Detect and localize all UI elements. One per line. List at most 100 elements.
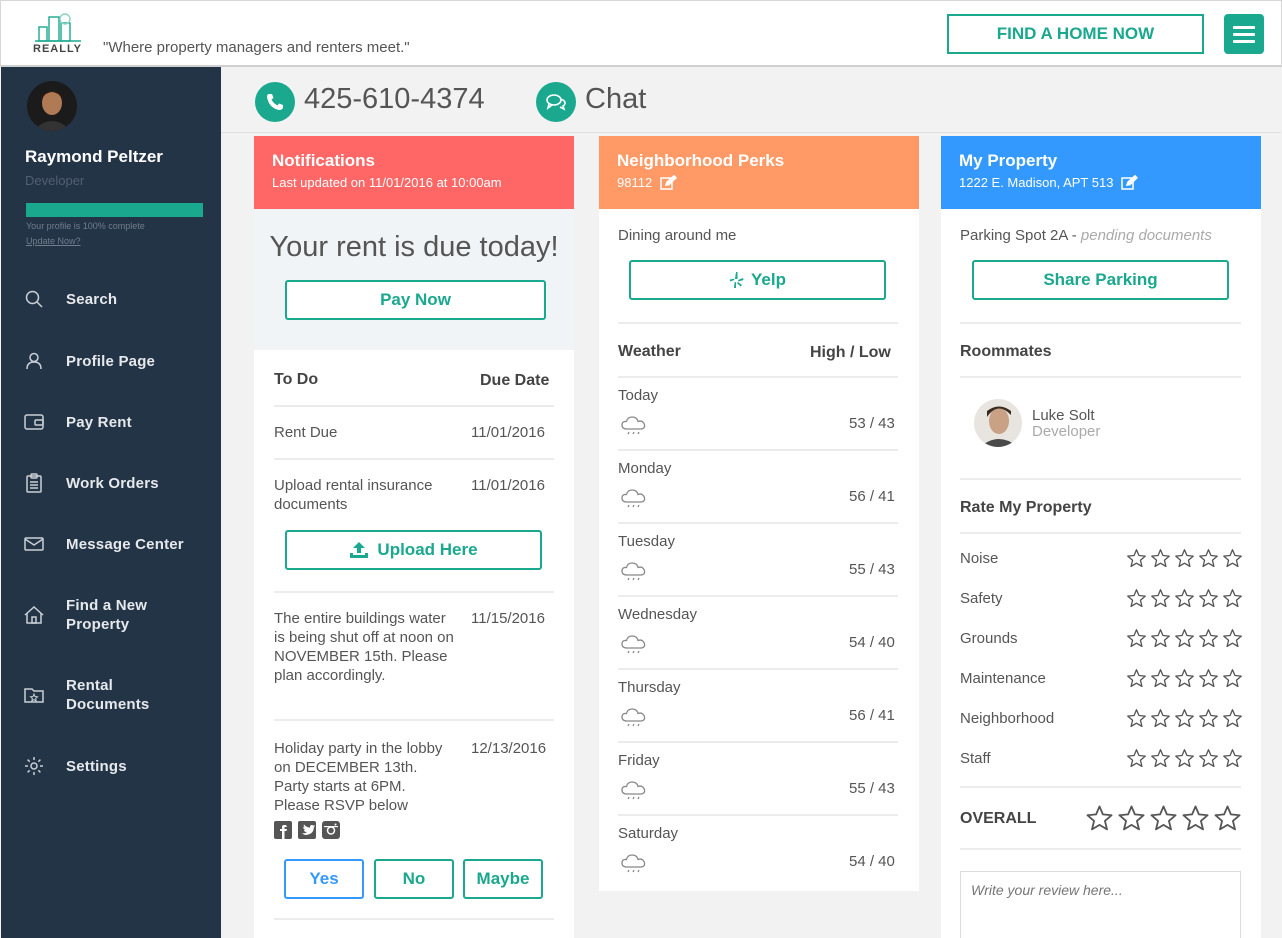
sidebar-item-label: Settings xyxy=(66,757,127,775)
phone-icon[interactable] xyxy=(255,82,295,122)
rating-stars[interactable] xyxy=(1126,548,1243,569)
rating-label: Grounds xyxy=(960,630,1018,647)
todo-item-text: Rent Due xyxy=(274,424,338,441)
star-icon[interactable] xyxy=(1222,668,1243,689)
parking-status: pending documents xyxy=(1080,227,1212,244)
avatar[interactable] xyxy=(27,81,77,131)
rating-stars[interactable] xyxy=(1126,708,1243,729)
overall-stars[interactable] xyxy=(1085,804,1242,833)
dining-label: Dining around me xyxy=(618,227,737,244)
really-logo[interactable]: REALLY xyxy=(31,13,87,57)
sidebar: Raymond Peltzer Developer Your profile i… xyxy=(1,67,221,938)
star-icon[interactable] xyxy=(1150,588,1171,609)
star-icon[interactable] xyxy=(1126,548,1147,569)
cloud-rain-icon xyxy=(620,852,648,879)
property-address: 1222 E. Madison, APT 513 xyxy=(959,175,1243,190)
yelp-button[interactable]: Yelp xyxy=(629,260,886,300)
cloud-rain-icon xyxy=(620,779,648,806)
star-icon[interactable] xyxy=(1117,804,1146,833)
star-icon[interactable] xyxy=(1198,628,1219,649)
star-icon[interactable] xyxy=(1174,588,1195,609)
perks-header: Neighborhood Perks 98112 xyxy=(599,136,919,209)
rsvp-no-button[interactable]: No xyxy=(374,859,454,899)
notifications-title: Notifications xyxy=(272,151,375,170)
star-icon[interactable] xyxy=(1150,748,1171,769)
twitter-icon[interactable] xyxy=(298,821,316,839)
find-home-button[interactable]: FIND A HOME NOW xyxy=(947,14,1204,54)
sidebar-item-work-orders[interactable]: Work Orders xyxy=(1,473,221,493)
overall-label: OVERALL xyxy=(960,810,1037,827)
review-textarea[interactable] xyxy=(960,871,1241,938)
sidebar-item-pay-rent[interactable]: Pay Rent xyxy=(1,412,221,432)
star-icon[interactable] xyxy=(1198,748,1219,769)
sidebar-item-settings[interactable]: Settings xyxy=(1,756,221,776)
update-now-link[interactable]: Update Now? xyxy=(26,236,81,246)
star-icon[interactable] xyxy=(1150,668,1171,689)
weather-row: Monday 56 / 41 xyxy=(599,457,919,530)
rating-stars[interactable] xyxy=(1126,748,1243,769)
weather-temps: 56 / 41 xyxy=(849,488,895,505)
star-icon[interactable] xyxy=(1222,708,1243,729)
sidebar-item-rental-documents[interactable]: Rental Documents xyxy=(1,675,221,715)
star-icon[interactable] xyxy=(1198,548,1219,569)
chat-icon[interactable] xyxy=(536,82,576,122)
edit-icon[interactable] xyxy=(660,175,678,190)
facebook-icon[interactable] xyxy=(274,821,292,839)
user-icon xyxy=(24,351,44,371)
rating-label: Noise xyxy=(960,550,999,567)
star-icon[interactable] xyxy=(1222,748,1243,769)
star-icon[interactable] xyxy=(1126,628,1147,649)
rating-stars[interactable] xyxy=(1126,628,1243,649)
star-icon[interactable] xyxy=(1174,708,1195,729)
pay-now-button[interactable]: Pay Now xyxy=(285,280,546,320)
phone-number[interactable]: 425-610-4374 xyxy=(304,83,485,116)
upload-button[interactable]: Upload Here xyxy=(285,530,542,570)
instagram-icon[interactable] xyxy=(322,821,340,839)
star-icon[interactable] xyxy=(1150,628,1171,649)
rating-label: Neighborhood xyxy=(960,710,1055,727)
star-icon[interactable] xyxy=(1174,548,1195,569)
sidebar-item-profile[interactable]: Profile Page xyxy=(1,351,221,371)
home-icon xyxy=(24,605,44,625)
star-icon[interactable] xyxy=(1150,548,1171,569)
todo-item-date: 11/01/2016 xyxy=(471,477,545,494)
star-icon[interactable] xyxy=(1126,668,1147,689)
todo-item-text: Holiday party in the lobby on DECEMBER 1… xyxy=(274,740,443,814)
sidebar-item-search[interactable]: Search xyxy=(1,289,221,309)
star-icon[interactable] xyxy=(1222,548,1243,569)
yelp-icon xyxy=(729,272,744,288)
star-icon[interactable] xyxy=(1149,804,1178,833)
star-icon[interactable] xyxy=(1174,628,1195,649)
star-icon[interactable] xyxy=(1174,668,1195,689)
rating-stars[interactable] xyxy=(1126,588,1243,609)
rsvp-yes-button[interactable]: Yes xyxy=(284,859,364,899)
star-icon[interactable] xyxy=(1222,588,1243,609)
rating-label: Maintenance xyxy=(960,670,1046,687)
star-icon[interactable] xyxy=(1181,804,1210,833)
yelp-label: Yelp xyxy=(751,270,786,289)
star-icon[interactable] xyxy=(1222,628,1243,649)
sidebar-item-find-property[interactable]: Find a New Property xyxy=(1,595,221,635)
roommate-avatar[interactable] xyxy=(974,399,1022,447)
star-icon[interactable] xyxy=(1126,708,1147,729)
sidebar-item-label: Rental Documents xyxy=(66,677,150,713)
star-icon[interactable] xyxy=(1150,708,1171,729)
share-parking-button[interactable]: Share Parking xyxy=(972,260,1229,300)
star-icon[interactable] xyxy=(1126,588,1147,609)
contact-bar: 425-610-4374 Chat xyxy=(221,67,1281,133)
rsvp-maybe-button[interactable]: Maybe xyxy=(463,859,543,899)
top-bar: REALLY "Where property managers and rent… xyxy=(0,0,1282,67)
rating-stars[interactable] xyxy=(1126,668,1243,689)
star-icon[interactable] xyxy=(1126,748,1147,769)
chat-label[interactable]: Chat xyxy=(585,83,646,116)
star-icon[interactable] xyxy=(1198,588,1219,609)
star-icon[interactable] xyxy=(1085,804,1114,833)
star-icon[interactable] xyxy=(1198,708,1219,729)
star-icon[interactable] xyxy=(1174,748,1195,769)
rate-property-header: Rate My Property xyxy=(960,499,1092,516)
sidebar-item-message-center[interactable]: Message Center xyxy=(1,534,221,554)
hamburger-icon[interactable] xyxy=(1224,14,1264,54)
star-icon[interactable] xyxy=(1198,668,1219,689)
edit-icon[interactable] xyxy=(1121,175,1139,190)
star-icon[interactable] xyxy=(1213,804,1242,833)
